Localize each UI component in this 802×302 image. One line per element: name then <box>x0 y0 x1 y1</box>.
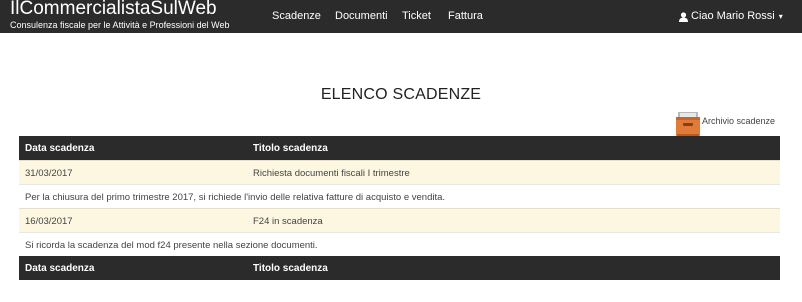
table-header: Data scadenza Titolo scadenza <box>19 136 780 160</box>
row-title: Richiesta documenti fiscali I trimestre <box>253 168 410 179</box>
caret-down-icon: ▾ <box>778 12 783 21</box>
brand-title[interactable]: IlCommercialistaSulWeb <box>10 0 229 20</box>
user-icon <box>679 11 688 22</box>
brand-subtitle: Consulenza fiscale per le Attività e Pro… <box>10 20 230 30</box>
top-navbar: IlCommercialistaSulWeb Consulenza fiscal… <box>0 0 802 33</box>
row-date: 16/03/2017 <box>25 216 73 227</box>
archive-label: Archivio scadenze <box>702 116 776 126</box>
table-footer: Data scadenza Titolo scadenza <box>19 256 780 280</box>
brand[interactable]: IlCommercialistaSulWeb Consulenza fiscal… <box>10 0 229 30</box>
row-date: 31/03/2017 <box>25 168 73 179</box>
column-header-date: Data scadenza <box>25 143 95 154</box>
column-footer-title: Titolo scadenza <box>253 263 328 274</box>
deadlines-table: Data scadenza Titolo scadenza 31/03/2017… <box>19 136 780 280</box>
nav-item-scadenze[interactable]: Scadenze <box>272 10 321 23</box>
nav-item-ticket[interactable]: Ticket <box>402 10 431 23</box>
user-menu[interactable]: Ciao Mario Rossi ▾ <box>679 10 783 23</box>
column-header-title: Titolo scadenza <box>253 143 328 154</box>
page-title: ELENCO SCADENZE <box>320 86 482 103</box>
archive-box-icon <box>674 110 702 138</box>
row-description: Si ricorda la scadenza del mod f24 prese… <box>19 232 780 256</box>
nav-item-documenti[interactable]: Documenti <box>335 10 388 23</box>
row-description: Per la chiusura del primo trimestre 2017… <box>19 184 780 208</box>
archive-link[interactable]: Archivio scadenze <box>674 110 775 138</box>
table-row[interactable]: 31/03/2017 Richiesta documenti fiscali I… <box>19 160 780 184</box>
nav-item-fattura[interactable]: Fattura <box>448 10 483 23</box>
table-row[interactable]: 16/03/2017 F24 in scadenza <box>19 208 780 232</box>
row-title: F24 in scadenza <box>253 216 323 227</box>
user-menu-label: Ciao Mario Rossi <box>691 10 775 22</box>
column-footer-date: Data scadenza <box>25 263 95 274</box>
row-description-text: Si ricorda la scadenza del mod f24 prese… <box>25 240 318 251</box>
row-description-text: Per la chiusura del primo trimestre 2017… <box>25 192 446 203</box>
